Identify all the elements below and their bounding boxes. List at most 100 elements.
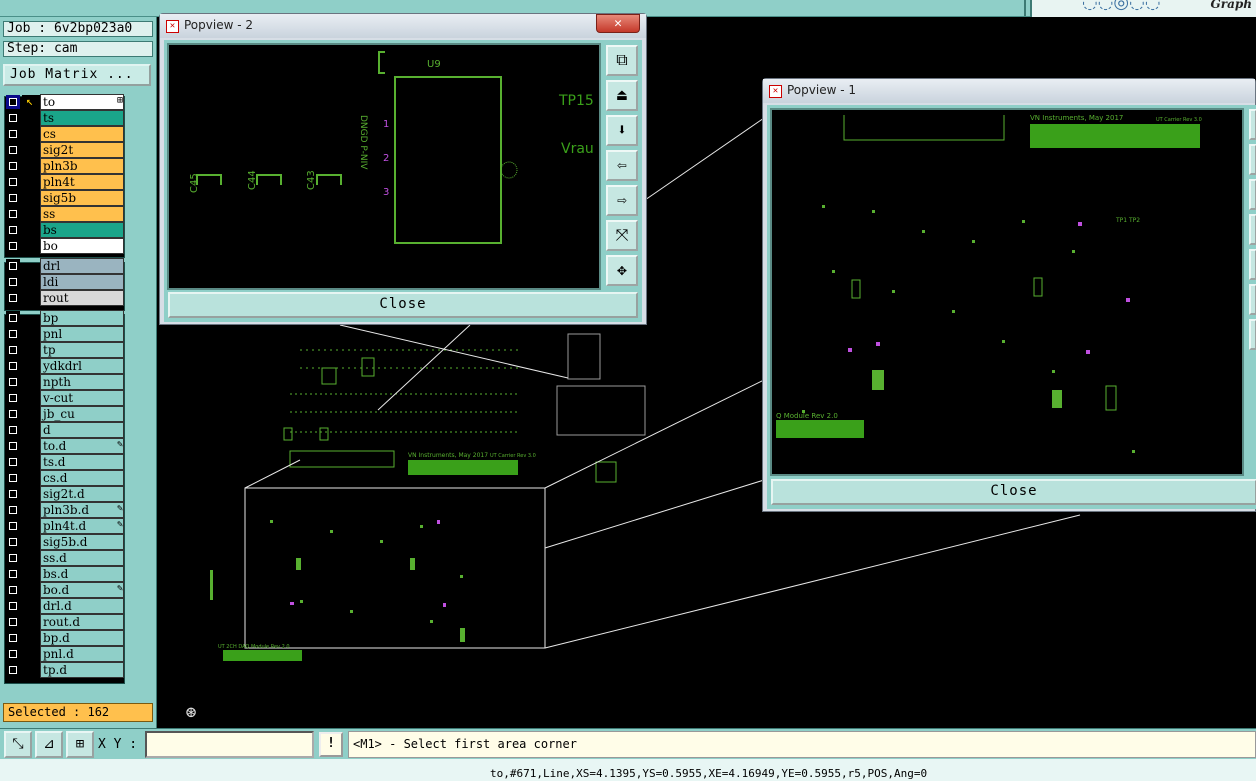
layer-row[interactable]: ts (4, 110, 126, 126)
pan-left-icon[interactable]: ⇦ (606, 150, 638, 181)
zoom-out-icon[interactable] (1249, 319, 1256, 350)
layer-row[interactable]: sig2t.d (4, 486, 126, 502)
layer-checkbox[interactable] (6, 407, 20, 421)
layer-checkbox[interactable] (6, 503, 20, 517)
layer-checkbox[interactable] (6, 631, 20, 645)
layer-row[interactable]: jb_cu (4, 406, 126, 422)
layer-row[interactable]: ↖ to ⊞ (4, 94, 126, 110)
layer-row[interactable]: bs (4, 222, 126, 238)
snap-target-icon[interactable]: ⊛ (181, 703, 201, 723)
layer-row[interactable]: cs.d (4, 470, 126, 486)
zoom-fit-icon[interactable] (1249, 109, 1256, 140)
layer-name[interactable]: v-cut (40, 390, 124, 406)
layer-name[interactable]: npth (40, 374, 124, 390)
xy-input[interactable] (145, 731, 314, 758)
layer-row[interactable]: ss (4, 206, 126, 222)
layer-checkbox[interactable] (6, 535, 20, 549)
zoom-in-icon[interactable] (1249, 284, 1256, 315)
popview-1-close-button[interactable]: Close (771, 479, 1256, 505)
layer-row[interactable]: pln4t.d ✎ (4, 518, 126, 534)
layer-name[interactable]: tp.d (40, 662, 124, 678)
layer-name[interactable]: rout.d (40, 614, 124, 630)
layer-row[interactable]: bs.d (4, 566, 126, 582)
layer-name[interactable]: drl.d (40, 598, 124, 614)
layer-name[interactable]: bp.d (40, 630, 124, 646)
layer-name[interactable]: sig2t.d (40, 486, 124, 502)
popview-2-close-button[interactable]: Close (168, 292, 638, 318)
layer-checkbox[interactable] (6, 327, 20, 341)
layer-name[interactable]: pln3b.d (40, 502, 124, 518)
layer-row[interactable]: bo.d ✎ (4, 582, 126, 598)
layer-checkbox[interactable] (6, 343, 20, 357)
layer-row[interactable]: drl (4, 258, 126, 274)
layer-name[interactable]: ss (40, 206, 124, 222)
select-area-icon[interactable]: ⤡ (4, 731, 32, 758)
pan-left-icon[interactable] (1249, 214, 1256, 245)
alert-button[interactable]: ! (319, 732, 343, 757)
layer-checkbox[interactable] (6, 143, 20, 157)
layer-checkbox[interactable] (6, 159, 20, 173)
layer-checkbox[interactable] (6, 391, 20, 405)
layer-row[interactable]: sig5b.d (4, 534, 126, 550)
layer-name[interactable]: ss.d (40, 550, 124, 566)
pan-down-icon[interactable]: ⬇ (606, 115, 638, 146)
pan-down-icon[interactable] (1249, 179, 1256, 210)
job-matrix-button[interactable]: Job Matrix ... (3, 64, 151, 86)
layer-row[interactable]: pnl (4, 326, 126, 342)
layer-name[interactable]: bo (40, 238, 124, 254)
layer-name[interactable]: ts (40, 110, 124, 126)
layer-row[interactable]: to.d ✎ (4, 438, 126, 454)
layer-name[interactable]: bp (40, 310, 124, 326)
layer-row[interactable]: npth (4, 374, 126, 390)
layer-name[interactable]: bs.d (40, 566, 124, 582)
layer-row[interactable]: ts.d (4, 454, 126, 470)
pan-up-icon[interactable] (1249, 144, 1256, 175)
layer-row[interactable]: rout.d (4, 614, 126, 630)
layer-row[interactable]: ldi (4, 274, 126, 290)
layer-name[interactable]: ts.d (40, 454, 124, 470)
layer-checkbox[interactable] (6, 551, 20, 565)
layer-row[interactable]: ss.d (4, 550, 126, 566)
layer-checkbox[interactable] (6, 207, 20, 221)
layer-row[interactable]: d (4, 422, 126, 438)
layer-checkbox[interactable] (6, 487, 20, 501)
layer-name[interactable]: pnl.d (40, 646, 124, 662)
layer-row[interactable]: bp.d (4, 630, 126, 646)
layer-name[interactable]: sig5b.d (40, 534, 124, 550)
layer-name[interactable]: sig2t (40, 142, 124, 158)
layer-name[interactable]: to.d (40, 438, 124, 454)
layer-name[interactable]: pln4t.d (40, 518, 124, 534)
layer-checkbox[interactable] (6, 239, 20, 253)
layer-checkbox[interactable] (6, 647, 20, 661)
layer-checkbox[interactable] (6, 223, 20, 237)
layer-row[interactable]: rout (4, 290, 126, 306)
layer-row[interactable]: tp.d (4, 662, 126, 678)
layer-checkbox[interactable] (6, 455, 20, 469)
layer-checkbox[interactable] (6, 175, 20, 189)
layer-checkbox[interactable] (6, 599, 20, 613)
popview-1-canvas[interactable]: VN Instruments, May 2017 UT Carrier Rev … (770, 108, 1244, 476)
layer-row[interactable]: pln3b.d ✎ (4, 502, 126, 518)
layer-name[interactable]: ldi (40, 274, 124, 290)
pan-right-icon[interactable] (1249, 249, 1256, 280)
pan-up-icon[interactable]: ⏏ (606, 80, 638, 111)
zoom-fit-icon[interactable]: ⧉ (606, 45, 638, 76)
layer-name[interactable]: rout (40, 290, 124, 306)
layer-row[interactable]: cs (4, 126, 126, 142)
layer-checkbox[interactable] (6, 583, 20, 597)
layer-checkbox[interactable] (6, 567, 20, 581)
popview-1-titlebar[interactable]: ✕ Popview - 1 (763, 79, 1255, 103)
grid-snap-icon[interactable]: ⊞ (66, 731, 94, 758)
layer-row[interactable]: pln4t (4, 174, 126, 190)
layer-row[interactable]: pnl.d (4, 646, 126, 662)
measure-icon[interactable]: ⊿ (35, 731, 63, 758)
layer-checkbox[interactable] (6, 291, 20, 305)
pan-right-icon[interactable]: ⇨ (606, 185, 638, 216)
layer-checkbox[interactable] (6, 311, 20, 325)
layer-checkbox[interactable] (6, 111, 20, 125)
layer-name[interactable]: cs (40, 126, 124, 142)
zoom-in-icon[interactable]: ⤧ (606, 220, 638, 251)
layer-name[interactable]: pln4t (40, 174, 124, 190)
layer-name[interactable]: bo.d (40, 582, 124, 598)
layer-checkbox[interactable] (6, 127, 20, 141)
